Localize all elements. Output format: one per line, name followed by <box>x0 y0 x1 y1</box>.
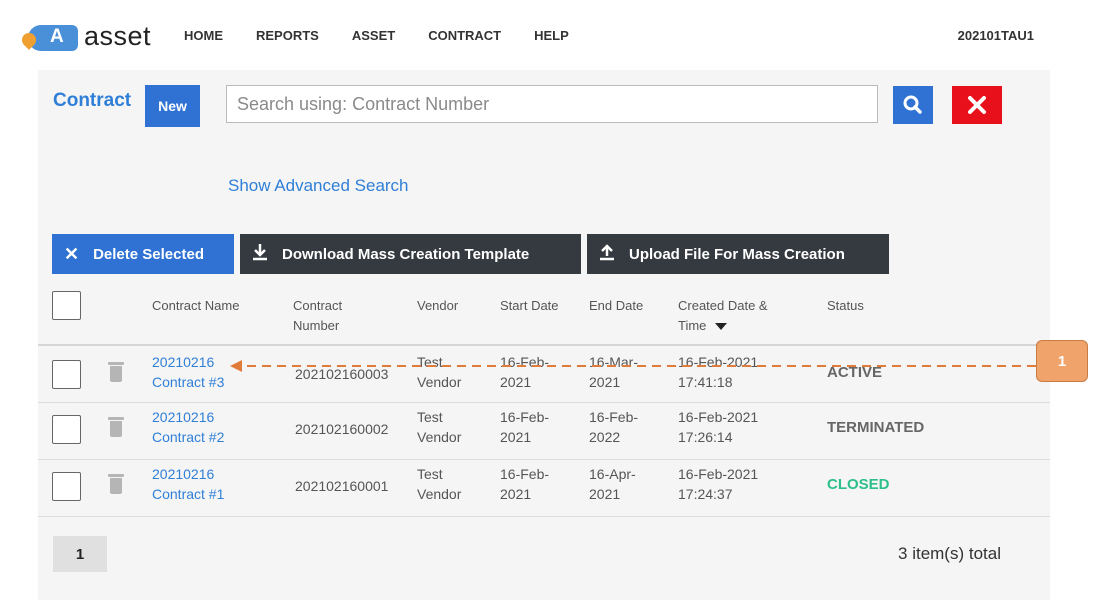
callout-badge: 1 <box>1036 340 1088 382</box>
clear-search-button[interactable] <box>952 86 1002 124</box>
header-status[interactable]: Status <box>827 296 864 316</box>
search-button[interactable] <box>893 86 933 124</box>
download-icon <box>252 243 268 266</box>
contract-name-line2: Contract #2 <box>152 429 225 445</box>
nav-home[interactable]: HOME <box>184 28 223 43</box>
end-date: 16-Feb- 2022 <box>589 409 639 445</box>
contract-name-line1: 20210216 <box>152 354 215 370</box>
row-checkbox[interactable] <box>52 360 81 389</box>
logo-letter: A <box>50 26 64 47</box>
created-date: 16-Feb-2021 17:24:37 <box>678 466 759 502</box>
contract-name-link[interactable]: 20210216 Contract #3 <box>152 352 224 392</box>
header-vendor[interactable]: Vendor <box>417 296 458 316</box>
contract-name-link[interactable]: 20210216 Contract #2 <box>152 407 224 447</box>
download-template-button[interactable]: Download Mass Creation Template <box>240 234 581 274</box>
header-start-date[interactable]: Start Date <box>500 296 559 316</box>
created-date: 16-Feb-2021 17:41:18 <box>678 354 759 390</box>
select-all-checkbox[interactable] <box>52 291 81 320</box>
trash-icon[interactable] <box>108 417 124 437</box>
vendor: Test Vendor <box>417 409 462 445</box>
start-date: 16-Feb- 2021 <box>500 466 550 502</box>
search-icon <box>903 95 922 114</box>
header-end-date[interactable]: End Date <box>589 296 643 316</box>
start-date: 16-Feb- 2021 <box>500 354 550 390</box>
header-contract-number[interactable]: Contract Number <box>293 296 342 336</box>
close-icon: ✕ <box>64 243 80 264</box>
close-icon <box>968 96 986 114</box>
contract-panel: Contract New Show Advanced Search ✕ Dele… <box>38 70 1050 600</box>
contracts-table: Contract Name Contract Number Vendor Star… <box>38 284 1050 517</box>
vendor: Test Vendor <box>417 466 462 502</box>
upload-file-button[interactable]: Upload File For Mass Creation <box>587 234 889 274</box>
table-row: 20210216 Contract #1 202102160001 Test Ven… <box>38 460 1050 517</box>
vendor: Test Vendor <box>417 354 462 390</box>
start-date: 16-Feb- 2021 <box>500 409 550 445</box>
header-contract-name[interactable]: Contract Name <box>152 296 239 316</box>
search-input[interactable] <box>226 85 878 123</box>
nav-reports[interactable]: REPORTS <box>256 28 319 43</box>
logo-mark: A <box>19 21 78 51</box>
table-row: 20210216 Contract #3 202102160003 Test Ven… <box>38 346 1050 403</box>
header-created-line2: Time <box>678 318 707 333</box>
row-checkbox[interactable] <box>52 472 81 501</box>
item-total: 3 item(s) total <box>898 544 1001 563</box>
status-badge: TERMINATED <box>827 419 925 436</box>
top-navigation: A asset HOME REPORTS ASSET CONTRACT HELP… <box>0 0 1120 70</box>
row-checkbox[interactable] <box>52 415 81 444</box>
contract-name-line1: 20210216 <box>152 466 215 482</box>
status-badge: ACTIVE <box>827 364 883 381</box>
header-created-date[interactable]: Created Date & Time <box>678 296 768 336</box>
contract-number: 202102160002 <box>295 421 389 437</box>
delete-selected-label: Delete Selected <box>93 245 204 263</box>
header-number-line2: Number <box>293 318 340 333</box>
page-title: Contract <box>53 90 132 111</box>
contract-number: 202102160001 <box>295 478 389 494</box>
contract-name-line2: Contract #3 <box>152 374 225 390</box>
new-contract-button[interactable]: New <box>145 85 200 127</box>
contract-name-line1: 20210216 <box>152 409 215 425</box>
show-advanced-search-link[interactable]: Show Advanced Search <box>228 176 409 196</box>
nav-help[interactable]: HELP <box>534 28 569 43</box>
user-menu[interactable]: 202101TAU1 <box>958 28 1034 43</box>
caret-down-icon <box>715 323 728 331</box>
action-bar: ✕ Delete Selected Download Mass Creation… <box>52 234 895 274</box>
nav-contract[interactable]: CONTRACT <box>428 28 501 43</box>
pagination-bar: 1 3 item(s) total <box>38 522 1050 582</box>
main-nav: HOME REPORTS ASSET CONTRACT HELP <box>184 28 602 43</box>
download-template-label: Download Mass Creation Template <box>282 245 530 263</box>
contract-number: 202102160003 <box>295 366 389 382</box>
status-badge: CLOSED <box>827 476 890 493</box>
app-logo[interactable]: A asset <box>19 18 152 54</box>
trash-icon[interactable] <box>108 362 124 382</box>
trash-icon[interactable] <box>108 474 124 494</box>
header-created-line1: Created Date & <box>678 298 768 313</box>
page-1-button[interactable]: 1 <box>53 536 107 572</box>
header-number-line1: Contract <box>293 298 343 313</box>
end-date: 16-Mar- 2021 <box>589 354 639 390</box>
upload-icon <box>599 243 615 266</box>
created-date: 16-Feb-2021 17:26:14 <box>678 409 759 445</box>
table-header: Contract Name Contract Number Vendor Star… <box>38 284 1050 346</box>
logo-text: asset <box>84 20 152 51</box>
delete-selected-button[interactable]: ✕ Delete Selected <box>52 234 234 274</box>
contract-name-line2: Contract #1 <box>152 486 225 502</box>
upload-file-label: Upload File For Mass Creation <box>629 245 845 263</box>
contract-name-link[interactable]: 20210216 Contract #1 <box>152 464 224 504</box>
end-date: 16-Apr- 2021 <box>589 466 636 502</box>
table-row: 20210216 Contract #2 202102160002 Test Ven… <box>38 403 1050 460</box>
nav-asset[interactable]: ASSET <box>352 28 395 43</box>
